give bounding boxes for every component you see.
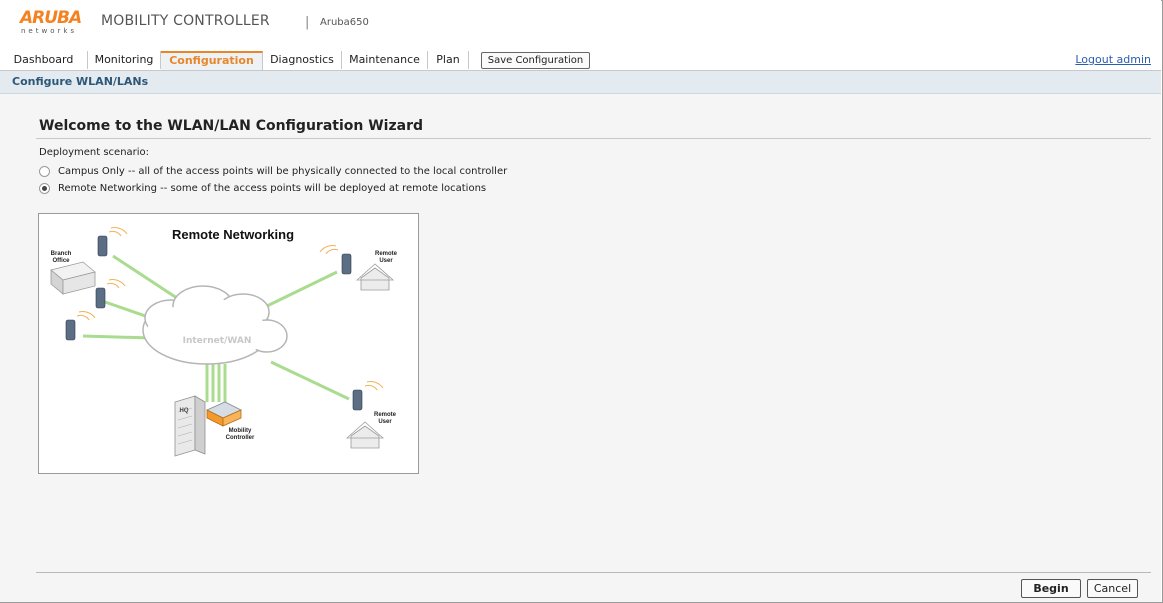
controller-label-line1: Mobility [229, 428, 252, 434]
remote-networking-diagram: Remote Networking Internet/WAN Branch Of… [38, 213, 419, 474]
controller-hostname: Aruba650 [320, 17, 369, 28]
campus-only-radio[interactable] [39, 166, 50, 177]
deployment-scenario-label: Deployment scenario: [39, 147, 150, 158]
hq-building-icon [174, 395, 206, 457]
tab-plan[interactable]: Plan [428, 51, 469, 69]
product-title: MOBILITY CONTROLLER [101, 13, 270, 29]
remote-networking-radio[interactable] [39, 183, 50, 194]
cancel-button[interactable]: Cancel [1087, 579, 1138, 598]
remote-user-label-2-line2: User [378, 419, 392, 425]
link-branch-ap-low [82, 334, 152, 340]
wifi-signal-icon [76, 311, 96, 321]
link-remote-user-2 [270, 360, 350, 401]
access-point-icon [95, 287, 106, 309]
remote-networking-label: Remote Networking -- some of the access … [58, 183, 487, 194]
wifi-signal-icon [106, 279, 126, 289]
internet-cloud [142, 285, 288, 365]
aruba-logo: ARUBA networks [20, 8, 82, 38]
hq-label: HQ [180, 408, 189, 414]
tab-dashboard[interactable]: Dashboard [0, 51, 88, 69]
tab-diagnostics[interactable]: Diagnostics [263, 51, 342, 69]
access-point-icon [352, 389, 363, 411]
controller-label-line2: Controller [226, 435, 255, 441]
title-divider [36, 138, 1151, 139]
save-configuration-button[interactable]: Save Configuration [481, 52, 590, 69]
page-title-bar: Configure WLAN/LANs [0, 71, 1161, 94]
diagram-title: Remote Networking [172, 227, 294, 242]
wizard-title: Welcome to the WLAN/LAN Configuration Wi… [39, 118, 423, 134]
app-header: ARUBA networks MOBILITY CONTROLLER | Aru… [0, 0, 1161, 51]
branch-office-icon [50, 261, 96, 295]
tab-maintenance[interactable]: Maintenance [342, 51, 428, 69]
remote-user-label-2-line1: Remote [374, 412, 397, 418]
cloud-label: Internet/WAN [183, 336, 252, 346]
mobility-controller-icon [206, 401, 242, 427]
begin-button[interactable]: Begin [1021, 579, 1081, 598]
title-separator: | [305, 15, 310, 30]
campus-only-label: Campus Only -- all of the access points … [58, 166, 508, 177]
page-title: Configure WLAN/LANs [12, 75, 149, 88]
wizard-content: Welcome to the WLAN/LAN Configuration Wi… [0, 94, 1161, 602]
branch-label-line2: Office [52, 258, 70, 264]
remote-user-label-1-line1: Remote [375, 251, 398, 257]
remote-user-label-1-line2: User [379, 258, 393, 264]
tab-configuration[interactable]: Configuration [161, 51, 263, 70]
tab-monitoring[interactable]: Monitoring [88, 51, 161, 69]
wifi-signal-icon [319, 245, 339, 255]
logout-link[interactable]: Logout admin [1075, 53, 1151, 66]
access-point-icon [341, 253, 352, 275]
access-point-icon [65, 319, 76, 341]
remote-house-icon [355, 263, 395, 291]
branch-label-line1: Branch [51, 251, 72, 257]
network-diagram-svg: Remote Networking Internet/WAN Branch Of… [50, 227, 398, 457]
wifi-signal-icon [364, 381, 384, 391]
link-remote-user-1 [266, 270, 338, 308]
logo-subtitle: networks [21, 27, 78, 35]
logo-word: ARUBA [20, 8, 82, 28]
access-point-icon [97, 235, 108, 257]
remote-house-icon [345, 421, 385, 449]
wifi-signal-icon [108, 227, 128, 237]
footer-divider [36, 572, 1151, 573]
